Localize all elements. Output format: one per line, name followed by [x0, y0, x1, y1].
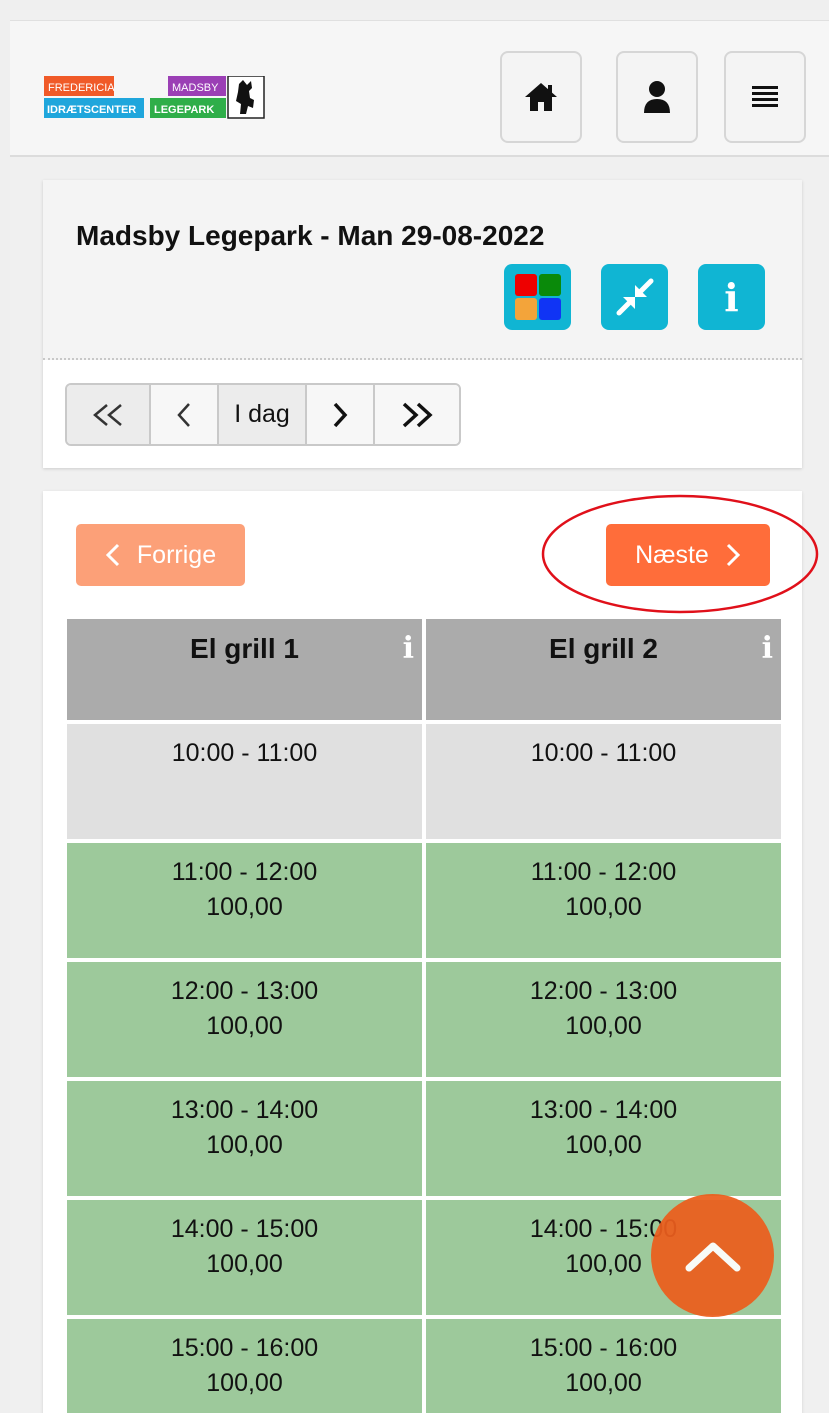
time-slot: 10:00 - 11:00	[426, 724, 781, 839]
site-logo[interactable]: FREDERICIA IDRÆTSCENTER MADSBY LEGEPARK	[44, 75, 266, 120]
user-icon	[644, 81, 670, 113]
column-name: El grill 2	[549, 633, 658, 664]
slot-price: 100,00	[206, 1012, 283, 1040]
logo-text-idraetscenter: IDRÆTSCENTER	[47, 104, 136, 116]
prev-day-button[interactable]	[151, 385, 219, 444]
time-slot[interactable]: 13:00 - 14:00 100,00	[67, 1081, 422, 1196]
booking-header: Madsby Legepark - Man 29-08-2022 i	[43, 180, 802, 360]
next-day-button[interactable]	[307, 385, 375, 444]
chevron-up-icon	[685, 1242, 740, 1271]
date-pager: I dag	[65, 383, 461, 446]
column-name: El grill 1	[190, 633, 299, 664]
logo-graphic: FREDERICIA IDRÆTSCENTER MADSBY LEGEPARK	[44, 75, 265, 119]
slot-time: 12:00 - 13:00	[170, 977, 319, 1005]
time-slot[interactable]: 12:00 - 13:00 100,00	[67, 962, 422, 1077]
collapse-arrows-icon	[616, 278, 653, 316]
annotation-circle	[541, 494, 819, 614]
column-header-el-grill-1: El grill 1 i	[67, 619, 422, 720]
column-header-el-grill-2: El grill 2 i	[426, 619, 781, 720]
slot-time: 12:00 - 13:00	[529, 977, 678, 1005]
time-slot[interactable]: 11:00 - 12:00 100,00	[67, 843, 422, 958]
home-icon	[525, 83, 557, 111]
user-button[interactable]	[616, 51, 698, 143]
slot-time: 11:00 - 12:00	[530, 858, 677, 886]
logo-text-fredericia: FREDERICIA	[48, 82, 115, 94]
home-button[interactable]	[500, 51, 582, 143]
info-icon[interactable]: i	[403, 631, 414, 666]
time-slot: 10:00 - 11:00	[67, 724, 422, 839]
today-button[interactable]: I dag	[219, 385, 307, 444]
info-icon: i	[724, 274, 739, 320]
collapse-button[interactable]	[601, 264, 668, 330]
scroll-to-top-button[interactable]	[651, 1194, 774, 1317]
chevron-left-icon	[177, 402, 190, 427]
chevron-right-icon	[333, 402, 348, 427]
color-grid-icon	[514, 274, 561, 320]
info-icon[interactable]: i	[762, 631, 773, 666]
time-slot[interactable]: 12:00 - 13:00 100,00	[426, 962, 781, 1077]
slot-time: 15:00 - 16:00	[529, 1334, 678, 1362]
color-legend-button[interactable]	[504, 264, 571, 330]
slot-time: 13:00 - 14:00	[170, 1096, 319, 1124]
slot-price: 100,00	[565, 1131, 642, 1159]
time-slot[interactable]: 11:00 - 12:00 100,00	[426, 843, 781, 958]
previous-button-label: Forrige	[136, 540, 217, 569]
chevron-left-icon	[105, 543, 119, 567]
last-page-button[interactable]	[375, 385, 459, 444]
logo-text-madsby: MADSBY	[172, 82, 219, 94]
previous-button[interactable]: Forrige	[76, 524, 245, 586]
top-navbar: FREDERICIA IDRÆTSCENTER MADSBY LEGEPARK	[10, 20, 829, 157]
page-title: Madsby Legepark - Man 29-08-2022	[76, 220, 545, 251]
slot-time: 13:00 - 14:00	[529, 1096, 678, 1124]
slot-price: 100,00	[206, 893, 283, 921]
slot-price: 100,00	[565, 1012, 642, 1040]
time-slot[interactable]: 15:00 - 16:00 100,00	[426, 1319, 781, 1413]
time-slot[interactable]: 14:00 - 15:00 100,00	[67, 1200, 422, 1315]
logo-text-legepark: LEGEPARK	[154, 104, 214, 116]
menu-icon	[752, 86, 778, 107]
first-page-button[interactable]	[67, 385, 151, 444]
slot-price: 100,00	[206, 1131, 283, 1159]
menu-button[interactable]	[724, 51, 806, 143]
slot-time: 10:00 - 11:00	[530, 739, 677, 767]
info-button[interactable]: i	[698, 264, 765, 330]
slot-price: 100,00	[206, 1250, 283, 1278]
app-frame: FREDERICIA IDRÆTSCENTER MADSBY LEGEPARK	[10, 10, 829, 1413]
time-slot[interactable]: 15:00 - 16:00 100,00	[67, 1319, 422, 1413]
slot-time: 11:00 - 12:00	[171, 858, 318, 886]
slot-time: 14:00 - 15:00	[170, 1215, 319, 1243]
double-chevron-left-icon	[93, 403, 122, 426]
slot-price: 100,00	[206, 1369, 283, 1397]
time-slot[interactable]: 13:00 - 14:00 100,00	[426, 1081, 781, 1196]
slot-time: 15:00 - 16:00	[170, 1334, 319, 1362]
slot-price: 100,00	[565, 893, 642, 921]
double-chevron-right-icon	[402, 402, 433, 427]
slot-time: 10:00 - 11:00	[171, 739, 318, 767]
booking-header-card: Madsby Legepark - Man 29-08-2022 i I dag	[43, 180, 802, 468]
slot-price: 100,00	[565, 1369, 642, 1397]
